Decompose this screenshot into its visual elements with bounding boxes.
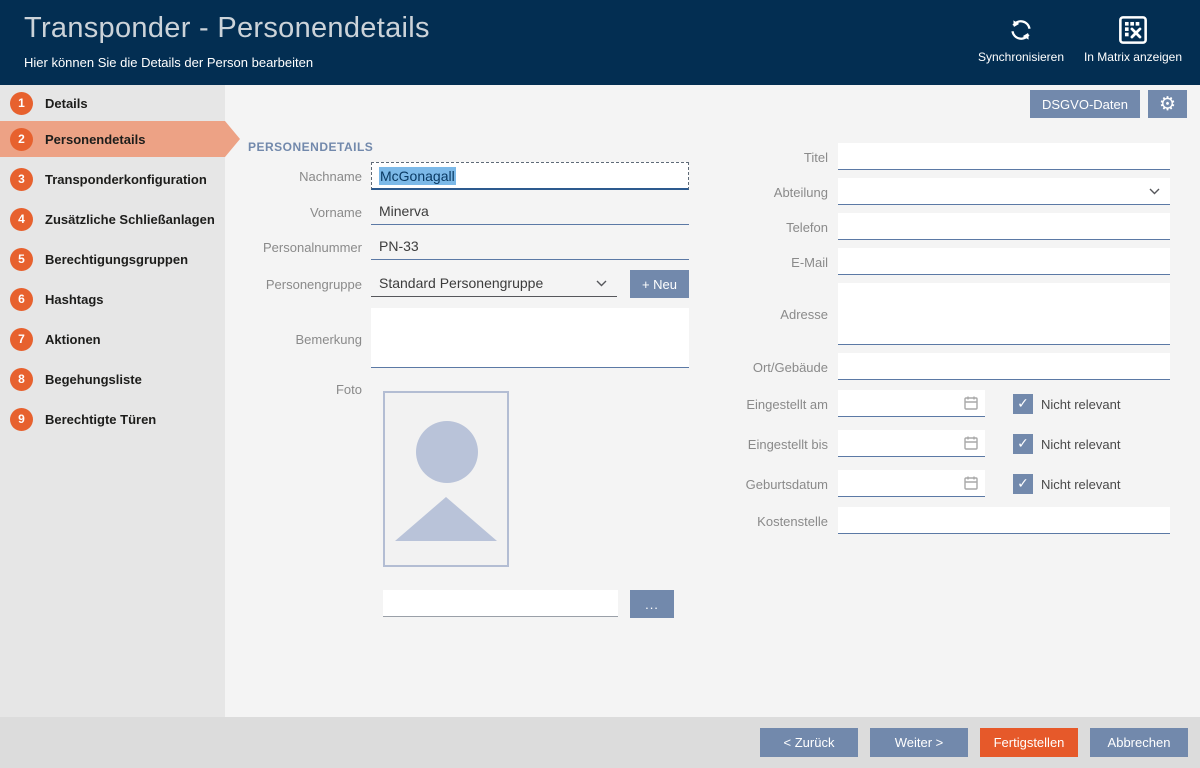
chevron-down-icon	[596, 280, 607, 287]
dsgvo-data-button[interactable]: DSGVO-Daten	[1030, 90, 1140, 118]
kostenstelle-label: Kostenstelle	[690, 514, 828, 529]
kostenstelle-input[interactable]	[838, 507, 1170, 534]
titel-input[interactable]	[838, 143, 1170, 170]
sidebar-item-label: Personendetails	[45, 132, 145, 147]
eingestellt-am-nicht-relevant-label: Nicht relevant	[1041, 397, 1120, 412]
bemerkung-textarea[interactable]	[371, 308, 689, 368]
nachname-selected-text: McGonagall	[379, 167, 456, 185]
geburtsdatum-date-input[interactable]	[838, 470, 985, 497]
adresse-textarea[interactable]	[838, 283, 1170, 345]
browse-photo-button[interactable]: ...	[630, 590, 674, 618]
person-silhouette-shoulders	[395, 497, 497, 541]
step-number-badge: 5	[10, 248, 33, 271]
sidebar-item-label: Zusätzliche Schließanlagen	[45, 212, 215, 227]
synchronize-button[interactable]: Synchronisieren	[956, 12, 1086, 64]
step-number-badge: 1	[10, 92, 33, 115]
sidebar-item-personendetails[interactable]: 2 Personendetails	[0, 121, 225, 157]
email-input[interactable]	[838, 248, 1170, 275]
sidebar-item-begehungsliste[interactable]: 8 Begehungsliste	[0, 361, 225, 397]
wizard-step-sidebar: 1 Details 2 Personendetails 3 Transponde…	[0, 85, 225, 717]
sidebar-item-details[interactable]: 1 Details	[0, 85, 225, 121]
back-button[interactable]: < Zurück	[760, 728, 858, 757]
sidebar-item-label: Begehungsliste	[45, 372, 142, 387]
settings-gear-button[interactable]: ⚙	[1148, 90, 1187, 118]
foto-label: Foto	[225, 382, 362, 397]
sidebar-item-label: Aktionen	[45, 332, 101, 347]
sidebar-item-transponderkonfiguration[interactable]: 3 Transponderkonfiguration	[0, 161, 225, 197]
calendar-icon[interactable]	[963, 435, 979, 451]
geburtsdatum-label: Geburtsdatum	[690, 477, 828, 492]
section-title-personendetails: PERSONENDETAILS	[248, 140, 373, 154]
abteilung-select[interactable]	[838, 178, 1170, 205]
geburtsdatum-nicht-relevant-label: Nicht relevant	[1041, 477, 1120, 492]
sidebar-item-berechtigte-tueren[interactable]: 9 Berechtigte Türen	[0, 401, 225, 437]
photo-path-input[interactable]	[383, 590, 618, 617]
page-subtitle: Hier können Sie die Details der Person b…	[24, 55, 313, 70]
sidebar-item-label: Details	[45, 96, 88, 111]
step-number-badge: 4	[10, 208, 33, 231]
nachname-label: Nachname	[225, 169, 362, 184]
next-button[interactable]: Weiter >	[870, 728, 968, 757]
show-in-matrix-label: In Matrix anzeigen	[1084, 50, 1182, 64]
personalnummer-input[interactable]	[371, 233, 689, 260]
sidebar-item-berechtigungsgruppen[interactable]: 5 Berechtigungsgruppen	[0, 241, 225, 277]
eingestellt-am-date-input[interactable]	[838, 390, 985, 417]
ort-gebaeude-input[interactable]	[838, 353, 1170, 380]
telefon-input[interactable]	[838, 213, 1170, 240]
eingestellt-bis-date-input[interactable]	[838, 430, 985, 457]
abteilung-label: Abteilung	[690, 185, 828, 200]
calendar-icon[interactable]	[963, 475, 979, 491]
personengruppe-select[interactable]: Standard Personengruppe	[371, 270, 617, 297]
transponder-personendetails-window: Transponder - Personendetails Hier könne…	[0, 0, 1200, 768]
show-in-matrix-button[interactable]: In Matrix anzeigen	[1068, 12, 1198, 64]
ort-gebaeude-label: Ort/Gebäude	[690, 360, 828, 375]
step-number-badge: 8	[10, 368, 33, 391]
matrix-icon	[1118, 12, 1148, 48]
telefon-label: Telefon	[690, 220, 828, 235]
finish-button[interactable]: Fertigstellen	[980, 728, 1078, 757]
step-number-badge: 3	[10, 168, 33, 191]
email-label: E-Mail	[690, 255, 828, 270]
sync-icon	[1006, 12, 1036, 48]
eingestellt-bis-label: Eingestellt bis	[690, 437, 828, 452]
cancel-button[interactable]: Abbrechen	[1090, 728, 1188, 757]
eingestellt-bis-nicht-relevant-checkbox[interactable]	[1013, 434, 1033, 454]
sidebar-item-zusaetzliche-schliessanlagen[interactable]: 4 Zusätzliche Schließanlagen	[0, 201, 225, 237]
gear-icon: ⚙	[1159, 93, 1176, 115]
step-number-badge: 6	[10, 288, 33, 311]
chevron-down-icon	[1149, 188, 1160, 195]
step-number-badge: 9	[10, 408, 33, 431]
vorname-input[interactable]	[371, 198, 689, 225]
step-number-badge: 7	[10, 328, 33, 351]
sidebar-item-label: Hashtags	[45, 292, 104, 307]
header-bar: Transponder - Personendetails Hier könne…	[0, 0, 1200, 85]
personengruppe-label: Personengruppe	[225, 277, 362, 292]
person-silhouette-icon	[416, 421, 478, 483]
sidebar-item-label: Transponderkonfiguration	[45, 172, 207, 187]
nachname-input[interactable]: McGonagall	[371, 162, 689, 190]
new-personengruppe-button[interactable]: + Neu	[630, 270, 689, 298]
photo-placeholder[interactable]	[383, 391, 509, 567]
eingestellt-bis-nicht-relevant-label: Nicht relevant	[1041, 437, 1120, 452]
vorname-label: Vorname	[225, 205, 362, 220]
sidebar-item-label: Berechtigte Türen	[45, 412, 156, 427]
eingestellt-am-label: Eingestellt am	[690, 397, 828, 412]
bemerkung-label: Bemerkung	[225, 332, 362, 347]
step-number-badge: 2	[10, 128, 33, 151]
personengruppe-selected-value: Standard Personengruppe	[379, 275, 543, 291]
sidebar-item-label: Berechtigungsgruppen	[45, 252, 188, 267]
personalnummer-label: Personalnummer	[225, 240, 362, 255]
adresse-label: Adresse	[690, 307, 828, 322]
sidebar-item-hashtags[interactable]: 6 Hashtags	[0, 281, 225, 317]
page-title: Transponder - Personendetails	[24, 12, 430, 45]
titel-label: Titel	[690, 150, 828, 165]
synchronize-label: Synchronisieren	[978, 50, 1064, 64]
sidebar-item-aktionen[interactable]: 7 Aktionen	[0, 321, 225, 357]
calendar-icon[interactable]	[963, 395, 979, 411]
eingestellt-am-nicht-relevant-checkbox[interactable]	[1013, 394, 1033, 414]
geburtsdatum-nicht-relevant-checkbox[interactable]	[1013, 474, 1033, 494]
